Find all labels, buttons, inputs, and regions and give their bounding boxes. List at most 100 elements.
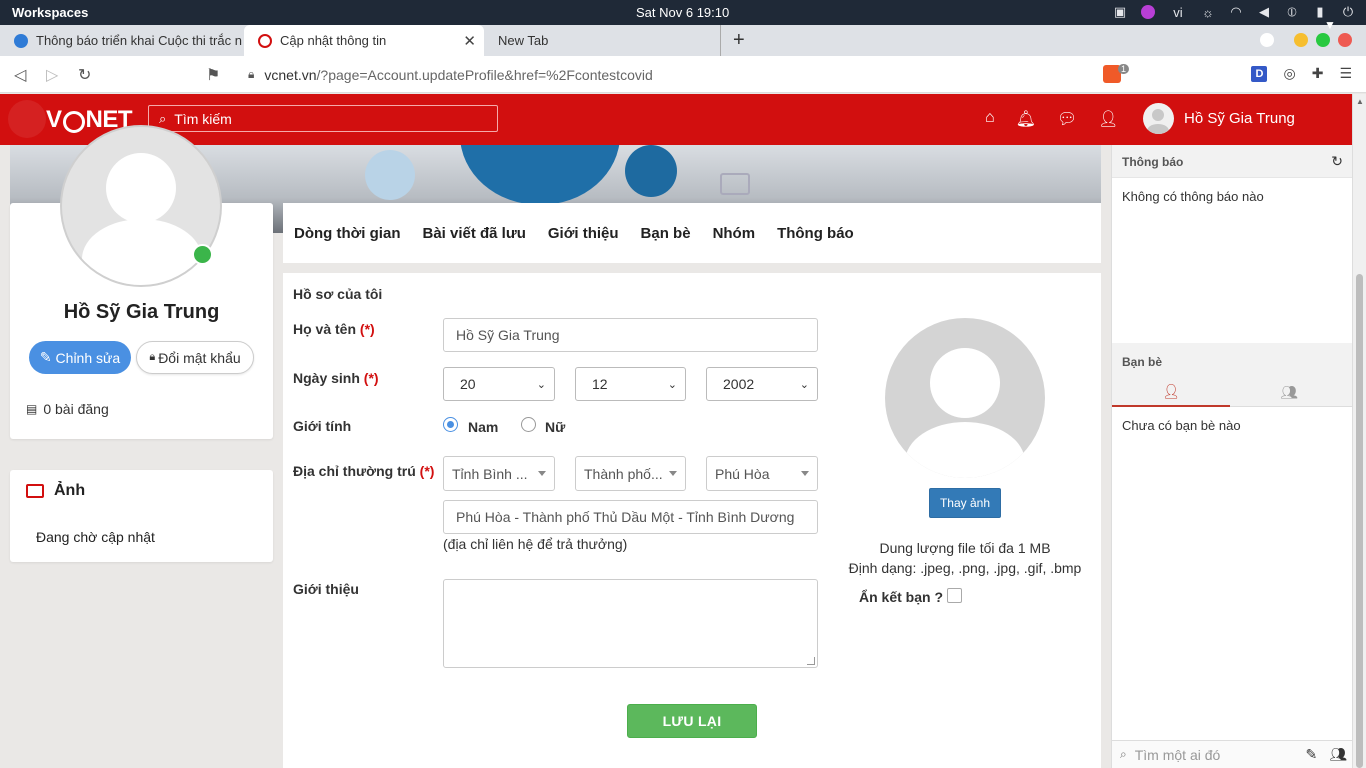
search-icon: ⌕ [1120,747,1127,761]
microphone-icon[interactable]: ⦶ [1284,4,1300,20]
puzzle-icon[interactable]: ✚ [1312,65,1324,82]
tab-title: New Tab [498,33,549,48]
logo-text: V [46,105,62,133]
forward-icon[interactable]: ▷ [46,65,58,85]
browser-tab[interactable]: Thông báo triển khai Cuộc thi trắc n [0,25,244,56]
dob-year-select[interactable]: 2002 ⌄ [706,367,818,401]
gender-female-radio[interactable] [521,417,536,432]
notifications-header: Thông báo ↻ [1112,145,1353,178]
required-mark: (*) [363,370,379,386]
notifications-title: Thông báo [1122,155,1184,169]
image-icon [26,484,44,498]
language-indicator[interactable]: vi [1168,4,1188,20]
page-scrollbar[interactable]: ▲ [1352,94,1366,768]
change-password-button[interactable]: 🔒︎ Đổi mật khẩu [136,341,254,374]
site-search-input[interactable]: ⌕ Tìm kiếm [148,105,498,132]
power-icon[interactable]: ⏻ [1340,4,1356,20]
tab-friends-single[interactable]: 👤︎ [1112,377,1230,407]
gender-male-label[interactable]: Nam [468,419,498,435]
tab-search-icon[interactable] [1260,33,1274,47]
fullname-input[interactable]: Hồ Sỹ Gia Trung [443,318,818,352]
clock[interactable]: Sat Nov 6 19:10 [636,5,729,20]
right-sidebar: Thông báo ↻ Không có thông báo nào Bạn b… [1111,145,1353,768]
address-label: Địa chỉ thường trú (*) [293,463,435,479]
dob-day-select[interactable]: 20 ⌄ [443,367,555,401]
city-select[interactable]: Thành phố... [575,456,686,491]
city-value: Thành phố... [584,465,663,482]
intro-textarea[interactable] [443,579,818,668]
add-friend-icon[interactable]: 👤︎ [1098,109,1118,129]
spy-extension-icon[interactable]: ◎ [1283,65,1295,82]
chevron-down-icon[interactable]: ▼ [1324,18,1336,32]
maximize-button[interactable] [1316,33,1330,47]
compose-icon[interactable]: ✎ [1305,746,1317,763]
password-label: Đổi mật khẩu [158,349,241,366]
browser-tab-strip: Thông báo triển khai Cuộc thi trắc n Cập… [0,25,1366,56]
minimize-button[interactable] [1294,33,1308,47]
search-placeholder: Tìm kiếm [174,110,232,127]
header-user-menu[interactable]: Hồ Sỹ Gia Trung [1143,103,1295,134]
address-bar: ◁ ▷ ↻ ⚑ 🔒︎ vcnet.vn/?page=Account.update… [0,56,1366,93]
tab-about[interactable]: Giới thiệu [548,225,619,242]
menu-icon[interactable]: ☰ [1339,65,1352,82]
bell-icon[interactable]: 🔔︎ [1016,109,1036,129]
back-icon[interactable]: ◁ [14,65,26,85]
tab-friends[interactable]: Bạn bè [641,225,691,242]
file-size-info: Dung lượng file tối đa 1 MB [879,540,1051,556]
volume-icon[interactable]: ◀ [1256,4,1272,20]
refresh-icon[interactable]: ↻ [1331,153,1343,170]
friends-tabs: 👤︎ 👥︎ [1112,377,1353,407]
scroll-up-icon[interactable]: ▲ [1356,97,1364,106]
tab-notifications[interactable]: Thông báo [777,225,854,242]
save-button[interactable]: LƯU LẠI [627,704,757,738]
hide-friends-checkbox[interactable] [947,588,962,603]
new-tab-icon[interactable]: + [733,29,745,52]
dob-month-value: 12 [592,376,608,392]
edit-label: Chỉnh sửa [55,349,121,366]
bookmark-icon[interactable]: ⚑ [206,65,220,85]
tab-timeline[interactable]: Dòng thời gian [294,225,400,242]
tab-groups[interactable]: Nhóm [713,225,756,242]
user-icon: 👤︎ [1162,382,1180,399]
wifi-icon[interactable]: ◠ [1228,4,1244,20]
brightness-icon[interactable]: ☼ [1200,4,1216,20]
dob-day-value: 20 [460,376,476,392]
app-icon[interactable] [1140,4,1156,20]
home-icon[interactable]: ⌂ [985,109,995,129]
chat-icon[interactable]: 💬︎ [1057,109,1077,129]
scrollbar-thumb[interactable] [1356,274,1363,768]
browser-tab-active[interactable]: Cập nhật thông tin ✕ [244,25,484,56]
hide-friends-label: Ẩn kết bạn ? [859,589,944,605]
dob-year-value: 2002 [723,376,755,392]
pencil-icon: ✎ [39,349,52,365]
resize-handle-icon[interactable] [807,657,815,665]
browser-tab[interactable]: New Tab [484,25,721,56]
close-tab-icon[interactable]: ✕ [463,32,476,50]
edit-profile-button[interactable]: ✎ Chỉnh sửa [29,341,131,374]
gender-male-radio[interactable] [443,417,458,432]
form-title: Hồ sơ của tôi [293,286,383,302]
add-group-icon[interactable]: 👥︎ [1329,746,1347,763]
chevron-down-icon: ⌄ [536,379,546,391]
dob-month-select[interactable]: 12 ⌄ [575,367,686,401]
system-tray: ▣ vi ☼ ◠ ◀ ⦶ ▮ ⏻ [1112,4,1356,20]
brave-count-badge: 1 [1118,64,1130,74]
close-window-button[interactable] [1338,33,1352,47]
change-photo-button[interactable]: Thay ảnh [929,488,1001,518]
friend-search-input[interactable]: ⌕ Tìm một ai đó ✎ 👥︎ [1112,740,1353,768]
reload-icon[interactable]: ↻ [78,65,91,85]
address-full-input[interactable]: Phú Hòa - Thành phố Thủ Dầu Một - Tỉnh B… [443,500,818,534]
post-count[interactable]: ▤ 0 bài đăng [26,401,109,417]
notifications-empty: Không có thông báo nào [1122,189,1264,204]
screen-icon[interactable]: ▣ [1112,4,1128,20]
gender-female-label[interactable]: Nữ [545,419,565,435]
tab-friends-group[interactable]: 👥︎ [1230,377,1348,407]
url-host: vcnet.vn [264,66,317,83]
province-select[interactable]: Tỉnh Bình ... [443,456,555,491]
chevron-down-icon: ⌄ [799,379,809,391]
ward-select[interactable]: Phú Hòa [706,456,818,491]
tab-saved-posts[interactable]: Bài viết đã lưu [422,225,525,242]
d-extension-icon[interactable]: D [1251,65,1268,82]
url-field[interactable]: 🔒︎ vcnet.vn/?page=Account.updateProfile&… [236,61,1130,88]
workspaces-label[interactable]: Workspaces [12,5,88,20]
